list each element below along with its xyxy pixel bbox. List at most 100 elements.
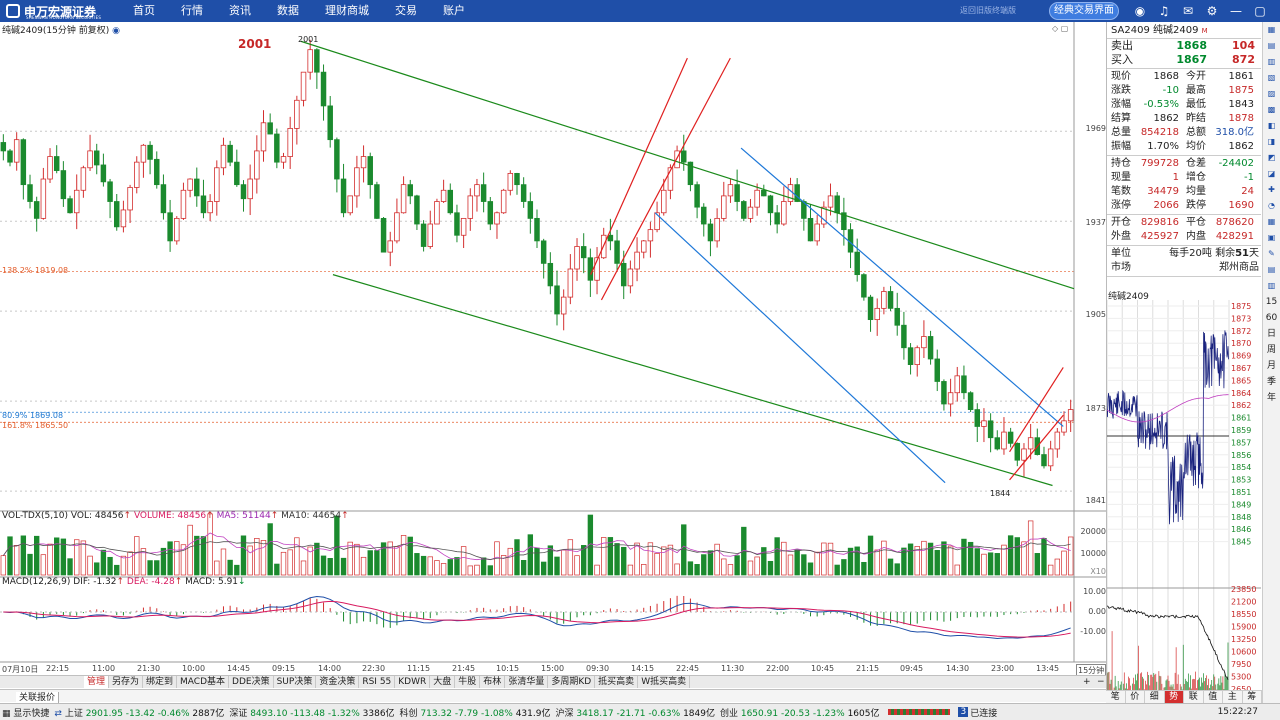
minimize-icon[interactable]: — bbox=[1224, 0, 1248, 22]
nav-item-6[interactable]: 账户 bbox=[430, 0, 478, 22]
tool-icon-5[interactable]: ▩ bbox=[1263, 102, 1280, 118]
volume-bar bbox=[981, 553, 987, 576]
bid-label: 买入 bbox=[1111, 53, 1133, 66]
quote-tab-2[interactable]: 细 bbox=[1145, 691, 1165, 703]
volume-bar bbox=[694, 564, 700, 576]
quote-tab-7[interactable]: 筹 bbox=[1243, 691, 1262, 703]
quick-toggle[interactable]: ▦ 显示快捷 bbox=[2, 706, 49, 719]
price-axis-tick: 1873 bbox=[1085, 404, 1106, 413]
tool-icon-4[interactable]: ▨ bbox=[1263, 86, 1280, 102]
candle bbox=[867, 296, 874, 321]
tool-icon-3[interactable]: ▧ bbox=[1263, 70, 1280, 86]
candle bbox=[327, 105, 333, 141]
volume-bar bbox=[440, 563, 447, 576]
quote-tab-0[interactable]: 笔 bbox=[1106, 691, 1126, 703]
candle bbox=[714, 217, 720, 242]
headset-icon[interactable]: ♫ bbox=[1152, 0, 1176, 22]
tool-icon-7[interactable]: ◨ bbox=[1263, 134, 1280, 150]
index-sz[interactable]: 深证 8493.10 -113.48 -1.32% 3386亿 bbox=[229, 706, 394, 719]
period-button-3[interactable]: 周 bbox=[1263, 342, 1280, 358]
nav-item-0[interactable]: 首页 bbox=[120, 0, 168, 22]
indicator-tab-0[interactable]: 管理 bbox=[84, 676, 110, 688]
indicator-tab-11[interactable]: 布林 bbox=[480, 676, 506, 688]
zoom-in-icon[interactable]: + bbox=[1080, 676, 1094, 688]
tool-icon-6[interactable]: ◧ bbox=[1263, 118, 1280, 134]
index-hs[interactable]: 沪深 3418.17 -21.71 -0.63% 1849亿 bbox=[555, 706, 715, 719]
tool-icon-0[interactable]: ▦ bbox=[1263, 22, 1280, 38]
quote-tab-3[interactable]: 势 bbox=[1164, 691, 1184, 703]
tool-icon-15[interactable]: ▤ bbox=[1263, 262, 1280, 278]
connection-status[interactable]: 已连接 bbox=[970, 706, 997, 719]
indicator-tab-9[interactable]: 大盘 bbox=[430, 676, 456, 688]
indicator-tab-8[interactable]: KDWR bbox=[395, 676, 431, 688]
indicator-tab-4[interactable]: DDE决策 bbox=[229, 676, 274, 688]
indicator-tab-1[interactable]: 另存为 bbox=[109, 676, 144, 688]
mini-axis-tick: 1849 bbox=[1231, 500, 1251, 509]
chart-corner-icons[interactable]: ◇ ▢ bbox=[1052, 24, 1068, 33]
volume-bar bbox=[1007, 535, 1014, 576]
period-button-4[interactable]: 月 bbox=[1263, 358, 1280, 374]
candle bbox=[640, 240, 647, 253]
indicator-tab-15[interactable]: W抵买高卖 bbox=[638, 676, 691, 688]
quote-tab-5[interactable]: 值 bbox=[1204, 691, 1223, 703]
quote-label: 持仓 bbox=[1111, 158, 1131, 169]
chart-area[interactable]: 纯碱2409(15分钟 前复权) ◉ 2001 2001 1844 138.2%… bbox=[0, 22, 1107, 677]
period-button-5[interactable]: 季 bbox=[1263, 374, 1280, 390]
candle bbox=[507, 172, 514, 191]
settings-icon[interactable]: ⚙ bbox=[1200, 0, 1224, 22]
candle bbox=[987, 420, 994, 439]
tool-icon-13[interactable]: ▣ bbox=[1263, 230, 1280, 246]
quote-tab-6[interactable]: 主 bbox=[1223, 691, 1243, 703]
close-icon[interactable]: ✕ bbox=[1272, 0, 1280, 22]
version-hint[interactable]: 返回旧版终端版 bbox=[960, 5, 1016, 16]
globe-icon[interactable]: ◉ bbox=[1128, 0, 1152, 22]
nav-item-4[interactable]: 理财商城 bbox=[312, 0, 382, 22]
quote-tab-1[interactable]: 价 bbox=[1126, 691, 1145, 703]
candle bbox=[374, 184, 380, 219]
brand-logo[interactable]: 申万宏源证券 SHENWAN HONGYUAN SECURITIES bbox=[6, 2, 102, 20]
nav-item-2[interactable]: 资讯 bbox=[216, 0, 264, 22]
indicator-tab-12[interactable]: 张清华量 bbox=[505, 676, 549, 688]
nav-item-3[interactable]: 数据 bbox=[264, 0, 312, 22]
indicator-tab-14[interactable]: 抵买高卖 bbox=[595, 676, 639, 688]
mail-icon[interactable]: ✉ bbox=[1176, 0, 1200, 22]
tool-icon-11[interactable]: ◔ bbox=[1263, 198, 1280, 214]
nav-item-5[interactable]: 交易 bbox=[382, 0, 430, 22]
tool-icon-10[interactable]: ✚ bbox=[1263, 182, 1280, 198]
quote-cell: 最高 1875 bbox=[1186, 84, 1261, 98]
indicator-tab-2[interactable]: 绑定到 bbox=[143, 676, 178, 688]
period-button-6[interactable]: 年 bbox=[1263, 390, 1280, 406]
tool-icon-9[interactable]: ◪ bbox=[1263, 166, 1280, 182]
tool-icon-12[interactable]: ▦ bbox=[1263, 214, 1280, 230]
nav-item-1[interactable]: 行情 bbox=[168, 0, 216, 22]
volume-bar bbox=[287, 549, 293, 576]
candle bbox=[187, 178, 193, 191]
intraday-chart[interactable]: 1875 1873 1872 1870 1869 1867 1865 1864 1862 1861… bbox=[1107, 300, 1261, 700]
quote-tab-4[interactable]: 联 bbox=[1184, 691, 1204, 703]
volume-bar bbox=[187, 524, 193, 576]
candle bbox=[927, 336, 934, 360]
candle bbox=[287, 128, 293, 157]
index-cy[interactable]: 创业 1650.91 -20.53 -1.23% 1605亿 bbox=[720, 706, 880, 719]
quote-cell: 涨幅 -0.53% bbox=[1111, 98, 1186, 112]
indicator-tab-3[interactable]: MACD基本 bbox=[177, 676, 230, 688]
chart-title-icon[interactable]: ◉ bbox=[112, 26, 120, 36]
indicator-tab-6[interactable]: 资金决策 bbox=[316, 676, 360, 688]
tool-icon-8[interactable]: ◩ bbox=[1263, 150, 1280, 166]
period-button-1[interactable]: 60 bbox=[1263, 310, 1280, 326]
volume-bar bbox=[547, 545, 554, 576]
classic-trade-button[interactable]: 经典交易界面 bbox=[1049, 2, 1119, 20]
maximize-icon[interactable]: ▢ bbox=[1248, 0, 1272, 22]
indicator-tab-13[interactable]: 多周期KD bbox=[548, 676, 596, 688]
tool-icon-14[interactable]: ✎ bbox=[1263, 246, 1280, 262]
tool-icon-2[interactable]: ▥ bbox=[1263, 54, 1280, 70]
indicator-tab-10[interactable]: 牛股 bbox=[455, 676, 481, 688]
period-button-2[interactable]: 日 bbox=[1263, 326, 1280, 342]
indicator-tab-5[interactable]: SUP决策 bbox=[274, 676, 317, 688]
tool-icon-1[interactable]: ▤ bbox=[1263, 38, 1280, 54]
period-button-0[interactable]: 15 bbox=[1263, 294, 1280, 310]
tool-icon-16[interactable]: ▥ bbox=[1263, 278, 1280, 294]
indicator-tab-7[interactable]: RSI 55 bbox=[359, 676, 396, 688]
index-sh[interactable]: ⇄ 上证 2901.95 -13.42 -0.46% 2887亿 bbox=[54, 706, 224, 719]
index-kc[interactable]: 科创 713.32 -7.79 -1.08% 431.9亿 bbox=[400, 706, 551, 719]
